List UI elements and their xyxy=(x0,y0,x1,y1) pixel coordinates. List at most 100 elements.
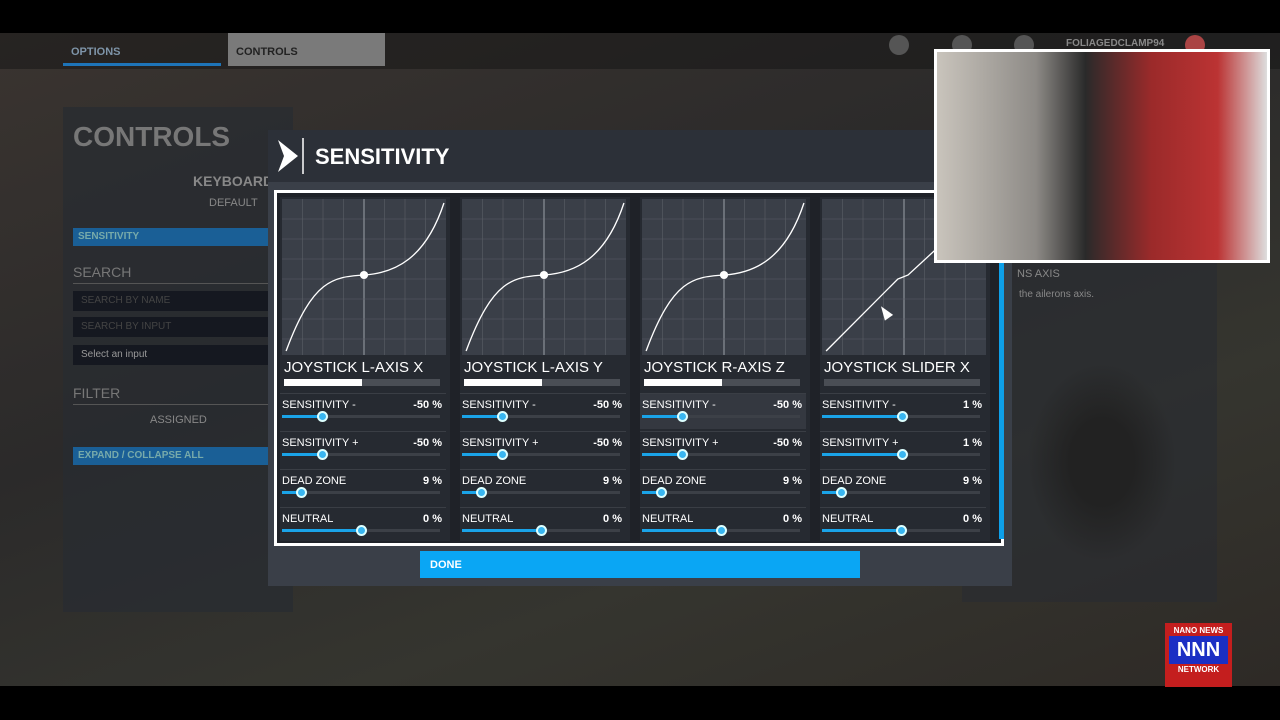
setting-value: 0 % xyxy=(423,513,442,525)
setting-row: SENSITIVITY - -50 % xyxy=(640,393,806,429)
setting-value: 1 % xyxy=(963,437,982,449)
slider-handle[interactable] xyxy=(536,525,547,536)
slider-handle[interactable] xyxy=(676,411,688,422)
setting-value: 0 % xyxy=(783,513,802,525)
setting-slider[interactable] xyxy=(822,411,980,422)
setting-row: NEUTRAL 0 % xyxy=(280,507,446,543)
setting-label: SENSITIVITY + xyxy=(462,437,539,449)
setting-row: SENSITIVITY + -50 % xyxy=(460,431,626,467)
slider-handle[interactable] xyxy=(496,449,508,460)
setting-slider[interactable] xyxy=(822,525,980,536)
setting-value: -50 % xyxy=(413,437,442,449)
setting-row: SENSITIVITY - -50 % xyxy=(280,393,446,429)
setting-value: -50 % xyxy=(593,399,622,411)
axis-name: JOYSTICK L-AXIS Y xyxy=(464,359,603,376)
slider-handle[interactable] xyxy=(655,487,667,498)
setting-row: DEAD ZONE 9 % xyxy=(820,469,986,505)
setting-slider[interactable] xyxy=(462,487,620,498)
nnn-logo: NANO NEWS NNN NETWORK xyxy=(1165,623,1232,687)
search-by-input-input[interactable]: SEARCH BY INPUT xyxy=(73,317,273,337)
setting-row: NEUTRAL 0 % xyxy=(820,507,986,543)
setting-label: NEUTRAL xyxy=(282,513,334,525)
input-level-bar xyxy=(284,379,440,386)
setting-value: 0 % xyxy=(603,513,622,525)
setting-value: 1 % xyxy=(963,399,982,411)
slider-handle[interactable] xyxy=(496,411,508,422)
setting-slider[interactable] xyxy=(462,411,620,422)
filter-value[interactable]: ASSIGNED xyxy=(150,414,207,426)
input-level-bar xyxy=(464,379,620,386)
setting-label: SENSITIVITY - xyxy=(282,399,356,411)
setting-value: 0 % xyxy=(963,513,982,525)
input-level-bar xyxy=(824,379,980,386)
setting-slider[interactable] xyxy=(282,525,440,536)
tab-controls[interactable]: CONTROLS xyxy=(228,33,385,66)
slider-handle[interactable] xyxy=(835,487,847,498)
slider-handle[interactable] xyxy=(356,525,367,536)
chevron-logo-icon xyxy=(278,138,304,174)
page-title: CONTROLS xyxy=(73,121,231,152)
setting-slider[interactable] xyxy=(282,449,440,460)
slider-handle[interactable] xyxy=(475,487,487,498)
setting-slider[interactable] xyxy=(822,449,980,460)
webcam-overlay xyxy=(934,49,1270,263)
setting-label: DEAD ZONE xyxy=(282,475,347,487)
axis-column: JOYSTICK R-AXIS Z SENSITIVITY - -50 % SE… xyxy=(640,197,810,541)
sensitivity-button[interactable]: SENSITIVITY xyxy=(73,228,273,246)
slider-handle[interactable] xyxy=(896,449,908,460)
response-curve-graph xyxy=(282,199,446,355)
setting-label: SENSITIVITY + xyxy=(822,437,899,449)
slider-handle[interactable] xyxy=(716,525,727,536)
tab-options[interactable]: OPTIONS xyxy=(63,33,221,66)
axis-column: JOYSTICK L-AXIS Y SENSITIVITY - -50 % SE… xyxy=(460,197,630,541)
setting-row: SENSITIVITY + -50 % xyxy=(280,431,446,467)
setting-value: -50 % xyxy=(773,437,802,449)
controls-panel: CONTROLS KEYBOARD DEFAULT SENSITIVITY SE… xyxy=(63,107,293,612)
setting-row: DEAD ZONE 9 % xyxy=(460,469,626,505)
axis-name: JOYSTICK L-AXIS X xyxy=(284,359,424,376)
search-by-name-input[interactable]: SEARCH BY NAME xyxy=(73,291,273,311)
setting-slider[interactable] xyxy=(642,487,800,498)
select-input-dropdown[interactable]: Select an input xyxy=(73,345,273,365)
input-level-bar xyxy=(644,379,800,386)
expand-collapse-button[interactable]: EXPAND / COLLAPSE ALL xyxy=(73,447,273,465)
profile-name: DEFAULT xyxy=(209,197,258,209)
done-button[interactable]: DONE xyxy=(420,551,860,578)
slider-handle[interactable] xyxy=(295,487,307,498)
friends-icon[interactable] xyxy=(889,35,909,55)
setting-value: 9 % xyxy=(603,475,622,487)
setting-row: SENSITIVITY + 1 % xyxy=(820,431,986,467)
setting-label: SENSITIVITY - xyxy=(642,399,716,411)
axis-column: JOYSTICK L-AXIS X SENSITIVITY - -50 % SE… xyxy=(280,197,450,541)
setting-slider[interactable] xyxy=(642,525,800,536)
setting-row: SENSITIVITY - -50 % xyxy=(460,393,626,429)
logo-top: NANO NEWS xyxy=(1173,626,1224,635)
setting-slider[interactable] xyxy=(822,487,980,498)
dialog-header: SENSITIVITY xyxy=(268,130,1012,182)
joystick-image xyxy=(1027,362,1177,562)
filter-heading: FILTER xyxy=(73,385,273,405)
sensitivity-dialog: SENSITIVITY JOYSTICK L-AXIS X SENSITIVIT… xyxy=(268,130,1012,586)
axes-panel: JOYSTICK L-AXIS X SENSITIVITY - -50 % SE… xyxy=(274,190,1004,546)
setting-slider[interactable] xyxy=(282,411,440,422)
setting-slider[interactable] xyxy=(282,487,440,498)
setting-value: -50 % xyxy=(593,437,622,449)
setting-value: -50 % xyxy=(773,399,802,411)
slider-handle[interactable] xyxy=(316,411,328,422)
slider-handle[interactable] xyxy=(896,411,908,422)
slider-handle[interactable] xyxy=(896,525,907,536)
setting-label: NEUTRAL xyxy=(462,513,514,525)
setting-slider[interactable] xyxy=(642,411,800,422)
slider-handle[interactable] xyxy=(676,449,688,460)
setting-slider[interactable] xyxy=(642,449,800,460)
response-curve-graph xyxy=(642,199,806,355)
setting-label: DEAD ZONE xyxy=(642,475,707,487)
setting-row: NEUTRAL 0 % xyxy=(640,507,806,543)
setting-label: DEAD ZONE xyxy=(822,475,887,487)
setting-slider[interactable] xyxy=(462,525,620,536)
slider-handle[interactable] xyxy=(316,449,328,460)
setting-value: -50 % xyxy=(413,399,442,411)
setting-row: DEAD ZONE 9 % xyxy=(280,469,446,505)
setting-slider[interactable] xyxy=(462,449,620,460)
setting-row: NEUTRAL 0 % xyxy=(460,507,626,543)
